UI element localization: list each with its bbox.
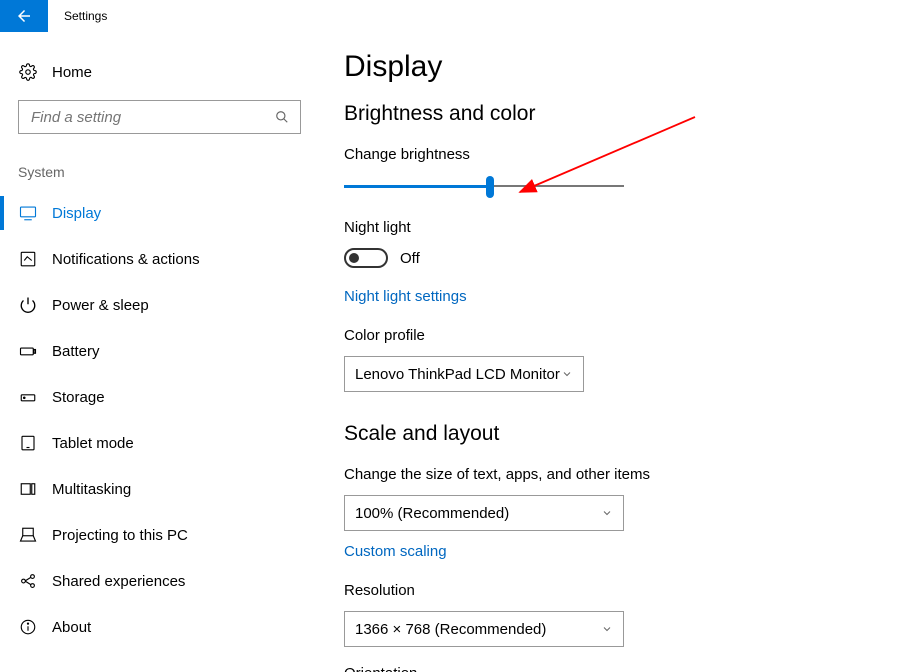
projecting-icon: [18, 525, 38, 545]
resolution-value: 1366 × 768 (Recommended): [355, 621, 546, 638]
sidebar-item-tablet-mode[interactable]: Tablet mode: [0, 420, 319, 466]
window-title: Settings: [48, 9, 107, 23]
text-size-value: 100% (Recommended): [355, 505, 509, 522]
power-icon: [18, 295, 38, 315]
sidebar: Home System Display Notifications & acti…: [0, 32, 320, 672]
chevron-down-icon: [601, 507, 613, 519]
sidebar-item-notifications[interactable]: Notifications & actions: [0, 236, 319, 282]
page-title: Display: [344, 50, 909, 84]
multitasking-icon: [18, 479, 38, 499]
sidebar-item-label: Display: [52, 205, 101, 222]
sidebar-item-display[interactable]: Display: [0, 190, 319, 236]
sidebar-item-label: About: [52, 619, 91, 636]
resolution-select[interactable]: 1366 × 768 (Recommended): [344, 611, 624, 647]
sidebar-item-label: Storage: [52, 389, 105, 406]
search-input-field[interactable]: [29, 108, 274, 127]
search-settings-input[interactable]: [18, 100, 301, 134]
chevron-down-icon: [601, 623, 613, 635]
slider-thumb[interactable]: [486, 176, 494, 198]
group-brightness-color: Brightness and color: [344, 102, 909, 126]
sidebar-item-power-sleep[interactable]: Power & sleep: [0, 282, 319, 328]
color-profile-value: Lenovo ThinkPad LCD Monitor: [355, 366, 560, 383]
home-label: Home: [52, 64, 92, 81]
brightness-label: Change brightness: [344, 146, 909, 163]
sidebar-item-label: Shared experiences: [52, 573, 185, 590]
back-button[interactable]: [0, 0, 48, 32]
orientation-label: Orientation: [344, 665, 909, 672]
night-light-label: Night light: [344, 219, 909, 236]
info-icon: [18, 617, 38, 637]
tablet-mode-icon: [18, 433, 38, 453]
storage-icon: [18, 387, 38, 407]
sidebar-item-projecting[interactable]: Projecting to this PC: [0, 512, 319, 558]
text-size-label: Change the size of text, apps, and other…: [344, 466, 909, 483]
sidebar-item-multitasking[interactable]: Multitasking: [0, 466, 319, 512]
search-icon: [274, 109, 290, 125]
sidebar-item-label: Projecting to this PC: [52, 527, 188, 544]
brightness-slider[interactable]: [344, 175, 624, 199]
notifications-icon: [18, 249, 38, 269]
sidebar-item-battery[interactable]: Battery: [0, 328, 319, 374]
sidebar-item-label: Notifications & actions: [52, 251, 200, 268]
settings-gear-icon: [18, 62, 38, 82]
night-light-toggle[interactable]: [344, 248, 388, 268]
sidebar-item-storage[interactable]: Storage: [0, 374, 319, 420]
sidebar-item-label: Battery: [52, 343, 100, 360]
night-light-settings-link[interactable]: Night light settings: [344, 288, 909, 305]
home-nav[interactable]: Home: [0, 52, 319, 92]
shared-icon: [18, 571, 38, 591]
custom-scaling-link[interactable]: Custom scaling: [344, 543, 909, 560]
section-header-system: System: [0, 154, 319, 190]
night-light-state: Off: [400, 250, 420, 267]
group-scale-layout: Scale and layout: [344, 422, 909, 446]
text-size-select[interactable]: 100% (Recommended): [344, 495, 624, 531]
sidebar-item-label: Power & sleep: [52, 297, 149, 314]
content-pane: Display Brightness and color Change brig…: [320, 32, 909, 672]
display-icon: [18, 203, 38, 223]
sidebar-item-shared-experiences[interactable]: Shared experiences: [0, 558, 319, 604]
color-profile-select[interactable]: Lenovo ThinkPad LCD Monitor: [344, 356, 584, 392]
resolution-label: Resolution: [344, 582, 909, 599]
battery-icon: [18, 341, 38, 361]
arrow-left-icon: [15, 7, 33, 25]
sidebar-item-label: Multitasking: [52, 481, 131, 498]
sidebar-item-label: Tablet mode: [52, 435, 134, 452]
chevron-down-icon: [561, 368, 573, 380]
color-profile-label: Color profile: [344, 327, 909, 344]
sidebar-item-about[interactable]: About: [0, 604, 319, 650]
